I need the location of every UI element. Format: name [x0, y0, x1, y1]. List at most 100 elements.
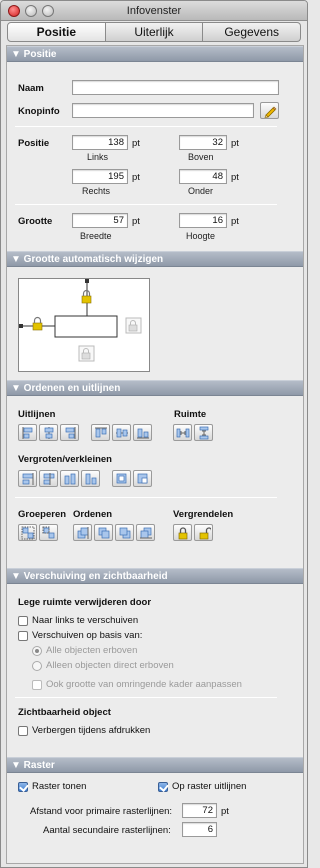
verbergen-checkbox[interactable]	[18, 726, 28, 736]
close-button[interactable]	[8, 5, 20, 17]
links-unit: pt	[132, 138, 140, 149]
ordenen-label: Ordenen	[73, 509, 113, 520]
tab-gegevens[interactable]: Gegevens	[203, 22, 302, 42]
tab-positie[interactable]: Positie	[7, 22, 106, 42]
space-horizontal-icon	[176, 428, 190, 438]
align-center-h-button[interactable]	[39, 424, 58, 441]
bring-forward-icon	[98, 527, 110, 539]
breedte-unit: pt	[132, 216, 140, 227]
boven-field[interactable]: 32	[179, 135, 227, 150]
positie-label: Positie	[18, 138, 50, 149]
pencil-button[interactable]	[260, 102, 279, 119]
onder-field[interactable]: 48	[179, 169, 227, 184]
raster-tonen-checkbox[interactable]	[18, 782, 28, 792]
space-vertical-button[interactable]	[194, 424, 213, 441]
hoogte-field[interactable]: 16	[179, 213, 227, 228]
inspector-window: Infovenster Positie Uiterlijk Gegevens ▼…	[0, 0, 308, 868]
resize-both-min-button[interactable]	[133, 470, 152, 487]
send-to-back-button[interactable]	[136, 524, 155, 541]
send-to-back-icon	[140, 527, 152, 539]
ook-grootte-label: Ook grootte van omringende kader aanpass…	[46, 679, 242, 690]
section-header-raster[interactable]: ▼ Raster	[7, 757, 303, 773]
section-header-positie[interactable]: ▼ Positie	[7, 46, 303, 62]
op-raster-checkbox[interactable]	[158, 782, 168, 792]
group-icon	[21, 526, 35, 540]
zoom-button[interactable]	[42, 5, 54, 17]
hoogte-caption: Hoogte	[186, 231, 216, 241]
rechts-caption: Rechts	[82, 186, 111, 196]
auto-resize-diagram	[18, 278, 150, 372]
unlock-right-icon	[125, 317, 142, 334]
space-vertical-icon	[199, 426, 209, 440]
breedte-field[interactable]: 57	[72, 213, 128, 228]
send-backward-icon	[119, 527, 131, 539]
lock-button[interactable]	[173, 524, 192, 541]
ruimte-label: Ruimte	[174, 409, 207, 420]
unlock-button[interactable]	[194, 524, 213, 541]
groeperen-label: Groeperen	[18, 509, 67, 520]
resize-height-max-button[interactable]	[60, 470, 79, 487]
aantal-label: Aantal secundaire rasterlijnen:	[43, 825, 171, 836]
alle-objecten-radio[interactable]	[32, 646, 42, 656]
inspector-content: ▼ Positie Naam Knopinfo Positie 138 pt L…	[6, 45, 304, 864]
space-horizontal-button[interactable]	[173, 424, 192, 441]
tab-uiterlijk[interactable]: Uiterlijk	[105, 22, 204, 42]
tab-bar: Positie Uiterlijk Gegevens	[7, 22, 302, 42]
title-bar[interactable]: Infovenster	[1, 1, 307, 21]
verschuiven-checkbox[interactable]	[18, 631, 28, 641]
align-bottom-button[interactable]	[133, 424, 152, 441]
aantal-field[interactable]: 6	[182, 822, 217, 837]
resize-width-min-icon	[43, 473, 55, 485]
anchor-diagram	[19, 279, 142, 362]
send-backward-button[interactable]	[115, 524, 134, 541]
separator	[15, 697, 277, 698]
rechts-field[interactable]: 195	[72, 169, 128, 184]
grootte-label: Grootte	[18, 216, 53, 227]
resize-height-min-button[interactable]	[81, 470, 100, 487]
afstand-field[interactable]: 72	[182, 803, 217, 818]
knopinfo-label: Knopinfo	[18, 106, 60, 117]
ook-grootte-checkbox[interactable]	[32, 680, 42, 690]
naam-label: Naam	[18, 83, 44, 94]
group-button[interactable]	[18, 524, 37, 541]
lock-icon	[178, 527, 188, 540]
minimize-button[interactable]	[25, 5, 37, 17]
alleen-objecten-label: Alleen objecten direct erboven	[46, 660, 174, 671]
align-center-v-button[interactable]	[112, 424, 131, 441]
align-right-button[interactable]	[60, 424, 79, 441]
afstand-unit: pt	[221, 806, 229, 817]
lege-ruimte-label: Lege ruimte verwijderen door	[18, 597, 152, 608]
resize-both-max-icon	[116, 473, 127, 484]
align-top-button[interactable]	[91, 424, 110, 441]
bring-forward-button[interactable]	[94, 524, 113, 541]
naar-links-label: Naar links te verschuiven	[32, 615, 139, 626]
resize-width-max-button[interactable]	[18, 470, 37, 487]
breedte-caption: Breedte	[80, 231, 112, 241]
resize-width-max-icon	[22, 473, 34, 485]
window-title: Infovenster	[126, 5, 182, 17]
align-bottom-icon	[137, 428, 149, 439]
knopinfo-field[interactable]	[72, 103, 254, 118]
resize-height-max-icon	[64, 473, 76, 485]
align-left-button[interactable]	[18, 424, 37, 441]
verbergen-label: Verbergen tijdens afdrukken	[32, 725, 151, 736]
separator	[15, 497, 277, 498]
resize-both-max-button[interactable]	[112, 470, 131, 487]
bring-to-front-button[interactable]	[73, 524, 92, 541]
op-raster-label: Op raster uitlijnen	[172, 781, 247, 792]
resize-width-min-button[interactable]	[39, 470, 58, 487]
alleen-objecten-radio[interactable]	[32, 661, 42, 671]
naam-field[interactable]	[72, 80, 279, 95]
resize-height-min-icon	[85, 473, 97, 485]
section-header-sliding[interactable]: ▼ Verschuiving en zichtbaarheid	[7, 568, 303, 584]
naar-links-checkbox[interactable]	[18, 616, 28, 626]
separator	[15, 204, 277, 205]
align-left-icon	[22, 427, 33, 439]
hoogte-unit: pt	[231, 216, 239, 227]
section-header-arrange[interactable]: ▼ Ordenen en uitlijnen	[7, 380, 303, 396]
links-field[interactable]: 138	[72, 135, 128, 150]
section-header-auto-resize[interactable]: ▼ Grootte automatisch wijzigen	[7, 251, 303, 267]
unlock-bottom-icon	[78, 345, 95, 362]
ungroup-button[interactable]	[39, 524, 58, 541]
boven-unit: pt	[231, 138, 239, 149]
